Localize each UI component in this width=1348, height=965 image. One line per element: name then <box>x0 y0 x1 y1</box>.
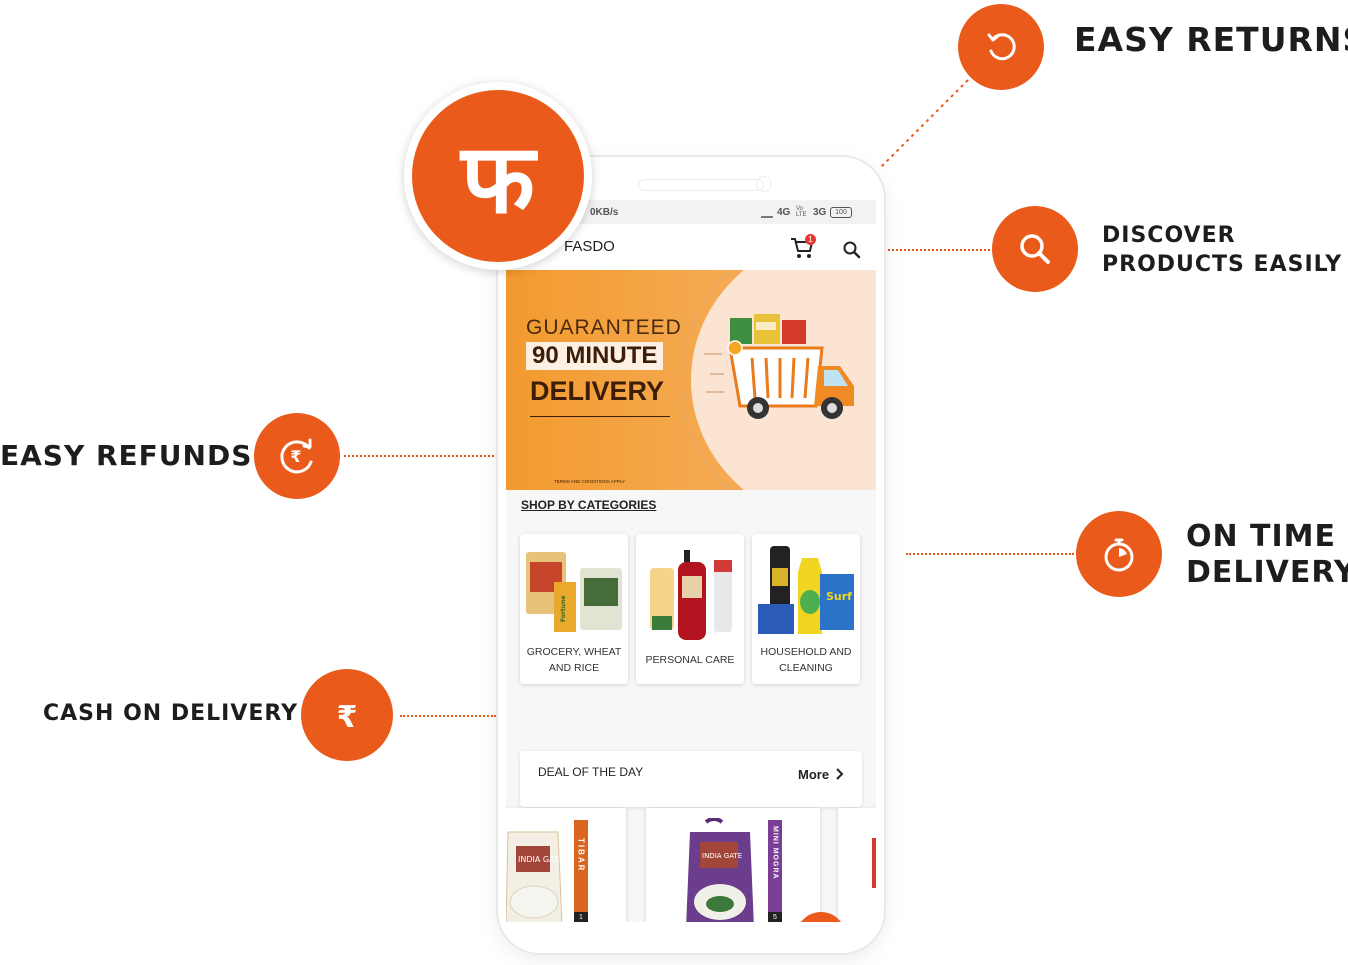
phone-speaker <box>638 179 764 191</box>
category-label-personal-care: PERSONAL CARE <box>638 652 742 668</box>
easy-refunds-connector <box>344 455 498 457</box>
product-brand: INDIA GATE <box>702 852 742 860</box>
deal-product-card-partial[interactable] <box>838 808 876 922</box>
banner-line1: GUARANTEED <box>526 316 682 339</box>
brand-logo-glyph: फ <box>460 123 536 235</box>
easy-returns-connector <box>879 79 969 169</box>
deal-more-link[interactable]: More <box>798 765 845 783</box>
app-screen: 0KB/s 4G Vo LTE 3G 100 FASDO 1 GUARANTEE… <box>506 200 876 922</box>
grocery-products-image: Fortune <box>526 552 622 632</box>
cart-button[interactable]: 1 <box>790 234 816 260</box>
rice-bag-image: INDIA GATE <box>506 831 564 922</box>
category-card-grocery[interactable]: Fortune GROCERY, WHEAT AND RICE <box>520 534 628 684</box>
banner-line2: 90 MINUTE <box>526 342 664 370</box>
category-card-personal-care[interactable]: PERSONAL CARE <box>636 534 744 684</box>
search-icon <box>1020 234 1050 264</box>
stopwatch-icon <box>1104 538 1134 572</box>
category-label-line1: GROCERY, WHEAT <box>526 646 622 658</box>
category-label-line2: CLEANING <box>779 662 833 674</box>
status-network: 4G <box>777 207 791 218</box>
deal-product-card[interactable]: INDIA GATE MINI MOGRA 5 <box>646 808 820 922</box>
svg-text:Surf: Surf <box>826 590 852 603</box>
on-time-badge <box>1076 511 1162 597</box>
categories-heading: SHOP BY CATEGORIES <box>521 498 657 512</box>
product-pack-size: 5 <box>768 912 782 922</box>
app-title: FASDO <box>564 238 615 255</box>
rupee-refresh-icon: ₹ <box>280 438 313 474</box>
return-icon <box>987 33 1016 61</box>
category-label-household: HOUSEHOLD AND CLEANING <box>754 644 858 676</box>
easy-returns-label: EASY RETURNS <box>1074 20 1348 59</box>
promo-banner[interactable]: GUARANTEED 90 MINUTE DELIVERY TERMS AND … <box>506 270 876 490</box>
phone-camera <box>756 176 772 192</box>
status-volte: Vo LTE <box>796 206 807 218</box>
status-network2: 3G <box>813 207 827 218</box>
category-label-line1: PERSONAL CARE <box>645 654 735 666</box>
discover-badge <box>992 206 1078 292</box>
deal-of-the-day-header: DEAL OF THE DAY More <box>520 751 862 807</box>
chevron-right-icon <box>836 768 844 780</box>
cash-on-delivery-connector <box>400 715 496 717</box>
battery-icon: 100 <box>830 207 852 218</box>
cash-on-delivery-label: CASH ON DELIVERY <box>43 701 299 726</box>
cash-on-delivery-badge: ₹ <box>301 669 393 761</box>
category-label-line1: HOUSEHOLD AND <box>760 646 852 658</box>
discover-connector <box>884 249 990 251</box>
svg-text:₹: ₹ <box>290 447 301 466</box>
banner-underline <box>530 416 670 417</box>
category-card-household[interactable]: Surf HOUSEHOLD AND CLEANING <box>752 534 860 684</box>
category-label-grocery: GROCERY, WHEAT AND RICE <box>522 644 626 676</box>
banner-line3: DELIVERY <box>530 376 665 406</box>
deal-product-card[interactable]: INDIA GATE TIBAR 1 <box>506 808 626 922</box>
signal-icon <box>761 208 773 218</box>
delivery-truck-illustration <box>704 314 854 419</box>
discover-label: DISCOVER PRODUCTS EASILY <box>1102 223 1343 277</box>
category-label-line2: AND RICE <box>548 662 600 674</box>
on-time-label-line2: DELIVERY <box>1186 554 1348 590</box>
product-brand: INDIA GATE <box>518 855 564 864</box>
product-side-label: TIBAR <box>576 838 586 873</box>
on-time-label: ON TIME DELIVERY <box>1186 520 1348 589</box>
easy-refunds-badge: ₹ <box>254 413 340 499</box>
product-side-label: MINI MOGRA <box>771 826 779 880</box>
svg-text:₹: ₹ <box>337 700 358 735</box>
household-products-image: Surf <box>758 546 854 634</box>
status-speed: 0KB/s <box>590 207 619 218</box>
deal-heading: DEAL OF THE DAY <box>538 765 644 779</box>
deal-more-label: More <box>798 766 830 782</box>
personal-care-products-image <box>650 550 732 640</box>
search-icon <box>843 241 861 259</box>
product-side-strip: TIBAR 1 <box>574 820 588 922</box>
brand-logo: फ <box>404 82 592 270</box>
cart-count-badge: 1 <box>805 234 816 245</box>
easy-refunds-label: EASY REFUNDS <box>0 439 253 472</box>
on-time-label-line1: ON TIME <box>1186 519 1337 554</box>
easy-returns-badge <box>958 4 1044 90</box>
product-edge-strip <box>872 838 876 888</box>
rupee-icon: ₹ <box>337 700 358 735</box>
svg-text:Fortune: Fortune <box>560 596 567 622</box>
discover-label-line2: PRODUCTS EASILY <box>1102 251 1343 277</box>
banner-fine-print: TERMS AND CONDITIONS APPLY <box>554 479 625 484</box>
discover-label-line1: DISCOVER <box>1102 223 1236 248</box>
product-side-strip: MINI MOGRA 5 <box>768 820 782 922</box>
search-button[interactable] <box>842 240 862 260</box>
product-pack-size: 1 <box>574 912 588 922</box>
on-time-connector <box>906 553 1074 555</box>
